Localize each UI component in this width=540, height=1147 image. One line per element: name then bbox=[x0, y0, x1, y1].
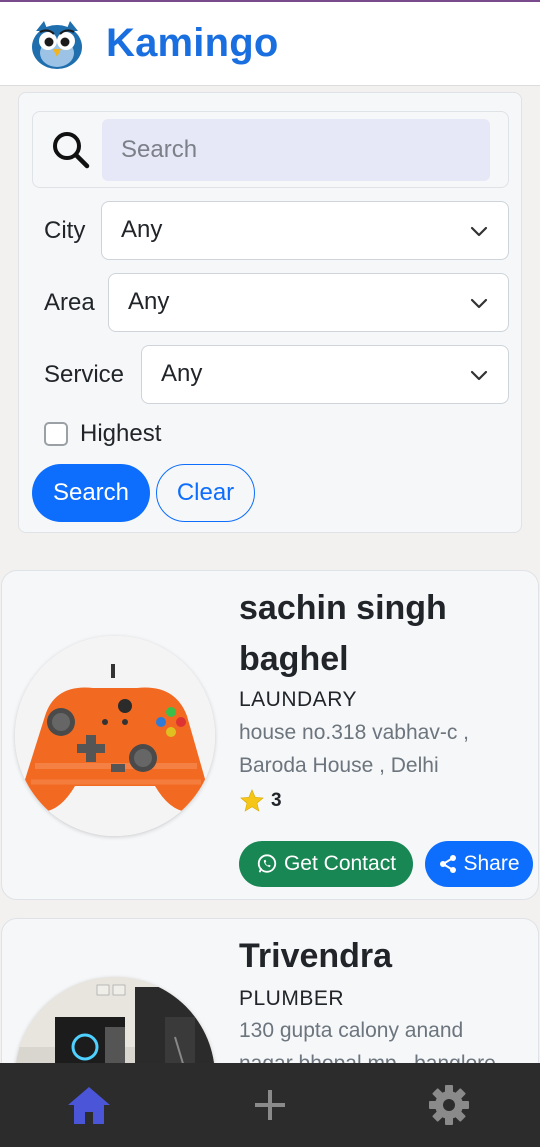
filter-panel: City Any Area Any Service Any Highest Se… bbox=[18, 92, 522, 533]
listing-name: sachin singh bbox=[239, 589, 447, 627]
add-icon bbox=[253, 1088, 287, 1122]
share-label: Share bbox=[463, 852, 520, 875]
listing-address-line2: Baroda House , Delhi bbox=[239, 754, 439, 777]
listing-address-line1: 130 gupta calony anand bbox=[239, 1019, 464, 1042]
bottom-nav bbox=[0, 1063, 540, 1147]
get-contact-label: Get Contact bbox=[283, 852, 397, 875]
chevron-down-icon bbox=[470, 222, 488, 240]
search-bar bbox=[32, 111, 509, 188]
city-select[interactable]: Any bbox=[101, 201, 509, 260]
share-icon bbox=[438, 854, 458, 874]
settings-icon bbox=[427, 1083, 471, 1127]
highest-checkbox[interactable] bbox=[44, 422, 68, 446]
listing-name-line2: baghel bbox=[239, 640, 349, 678]
service-label: Service bbox=[44, 361, 125, 388]
city-label: City bbox=[44, 217, 86, 244]
area-label: Area bbox=[44, 289, 95, 316]
get-contact-button[interactable]: Get Contact bbox=[239, 841, 413, 887]
listing-name: Trivendra bbox=[239, 937, 393, 975]
service-select[interactable]: Any bbox=[141, 345, 509, 404]
share-button[interactable]: Share bbox=[425, 841, 533, 887]
star-icon bbox=[239, 788, 265, 814]
listing-category: LAUNDARY bbox=[239, 688, 357, 711]
owl-logo-icon[interactable] bbox=[30, 17, 84, 71]
nav-settings-button[interactable] bbox=[389, 1063, 509, 1147]
search-input[interactable] bbox=[102, 119, 490, 181]
nav-add-button[interactable] bbox=[210, 1063, 330, 1147]
listing-card[interactable]: sachin singh baghel LAUNDARY house no.31… bbox=[1, 570, 539, 900]
app-header: Kamingo bbox=[0, 0, 540, 86]
service-select-value: Any bbox=[161, 360, 203, 387]
listing-image bbox=[15, 636, 215, 836]
area-select[interactable]: Any bbox=[108, 273, 509, 332]
area-select-value: Any bbox=[128, 288, 170, 315]
highest-label: Highest bbox=[80, 420, 162, 447]
city-select-value: Any bbox=[121, 216, 163, 243]
nav-home-button[interactable] bbox=[29, 1063, 149, 1147]
listing-address-line1: house no.318 vabhav-c , bbox=[239, 721, 469, 744]
chevron-down-icon bbox=[470, 366, 488, 384]
chevron-down-icon bbox=[470, 294, 488, 312]
rating-value: 3 bbox=[271, 790, 282, 811]
listing-address: house no.318 vabhav-c , Baroda House , D… bbox=[239, 716, 529, 782]
listing-category: PLUMBER bbox=[239, 987, 345, 1010]
clear-button[interactable]: Clear bbox=[156, 464, 255, 522]
app-title: Kamingo bbox=[106, 21, 279, 65]
search-button[interactable]: Search bbox=[32, 464, 150, 522]
whatsapp-icon bbox=[256, 853, 278, 875]
listing-rating: 3 bbox=[239, 788, 282, 814]
home-icon bbox=[66, 1084, 112, 1126]
search-icon[interactable] bbox=[51, 130, 91, 170]
